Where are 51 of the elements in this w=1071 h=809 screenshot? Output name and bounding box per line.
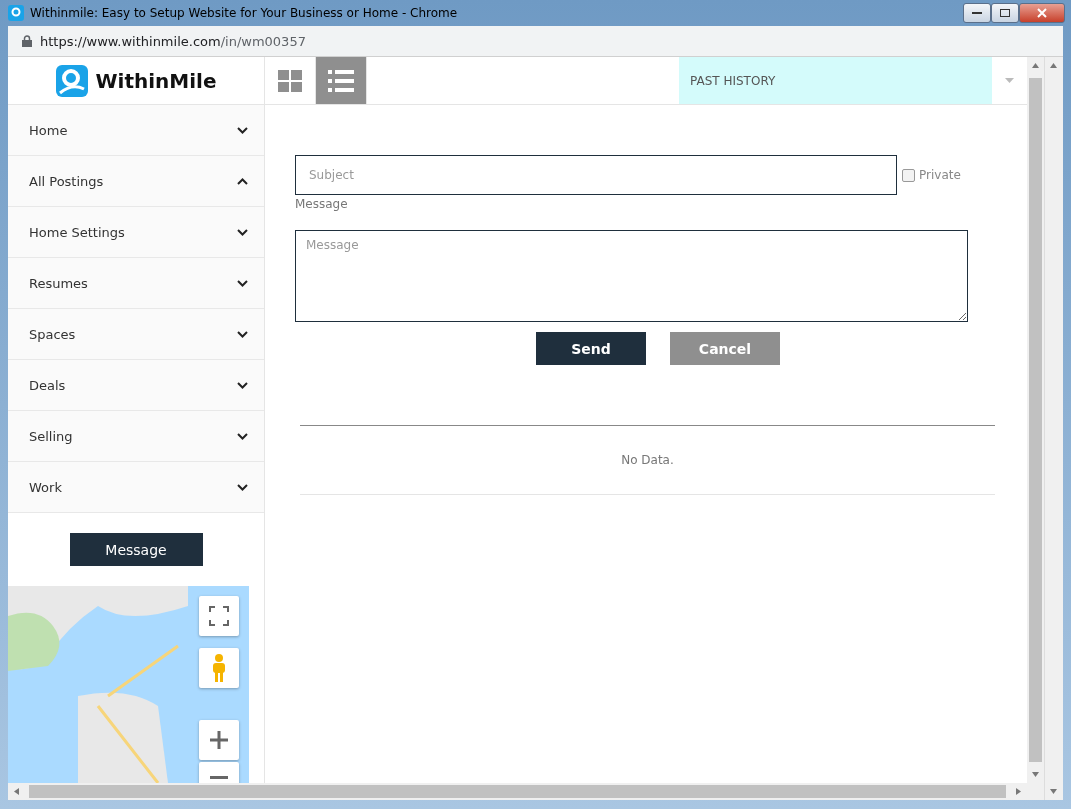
chevron-icon [237, 177, 248, 185]
minimize-button[interactable] [963, 3, 991, 23]
sidebar-item[interactable]: Selling [8, 411, 264, 462]
chevron-icon [237, 126, 248, 134]
vertical-scrollbar[interactable] [1027, 57, 1044, 800]
chevron-icon [237, 330, 248, 338]
chevron-icon [237, 279, 248, 287]
sidebar-item[interactable]: Deals [8, 360, 264, 411]
sidebar-item[interactable]: All Postings [8, 156, 264, 207]
history-select[interactable]: PAST HISTORY [679, 57, 992, 104]
logo-text: WithinMile [95, 68, 217, 93]
sidebar-item[interactable]: Work [8, 462, 264, 513]
sidebar-item[interactable]: Home Settings [8, 207, 264, 258]
subject-field[interactable]: Subject [295, 155, 897, 195]
scroll-left-icon[interactable] [12, 787, 21, 796]
horizontal-scrollbar[interactable] [8, 783, 1027, 800]
outer-scrollbar[interactable] [1044, 57, 1063, 800]
private-checkbox[interactable] [902, 168, 915, 182]
list-view-button[interactable] [316, 57, 367, 104]
message-button[interactable]: Message [69, 533, 203, 566]
maximize-button[interactable] [991, 3, 1019, 23]
chevron-icon [237, 381, 248, 389]
grid-icon [278, 69, 302, 92]
scroll-right-icon[interactable] [1014, 787, 1023, 796]
close-button[interactable] [1019, 3, 1065, 23]
sidebar-item[interactable]: Resumes [8, 258, 264, 309]
fullscreen-button[interactable] [199, 596, 239, 636]
chevron-icon [237, 228, 248, 236]
logo-icon [55, 64, 88, 97]
plus-icon [210, 731, 228, 749]
minimize-icon [972, 11, 982, 15]
sidebar-item[interactable]: Home [8, 105, 264, 156]
chevron-icon [237, 483, 248, 491]
zoom-in-button[interactable] [199, 720, 239, 760]
message-field[interactable]: Message [295, 230, 968, 322]
person-icon [211, 653, 227, 683]
sidebar-item[interactable]: Spaces [8, 309, 264, 360]
chevron-icon [237, 432, 248, 440]
minus-icon [210, 776, 228, 779]
send-button[interactable]: Send [536, 332, 646, 365]
fullscreen-icon [209, 606, 229, 626]
close-icon [1037, 8, 1047, 18]
lock-icon [22, 35, 32, 47]
list-icon [328, 69, 354, 92]
url-text[interactable]: https://www.withinmile.com/in/wm00357 [40, 33, 306, 49]
message-label: Message [295, 197, 349, 211]
empty-message: No Data. [621, 453, 674, 467]
window-title: Withinmile: Easy to Setup Website for Your Business or Home - Chrome [30, 6, 458, 20]
maximize-icon [1000, 9, 1010, 17]
app-icon [8, 5, 24, 21]
private-label: Private [919, 168, 961, 182]
